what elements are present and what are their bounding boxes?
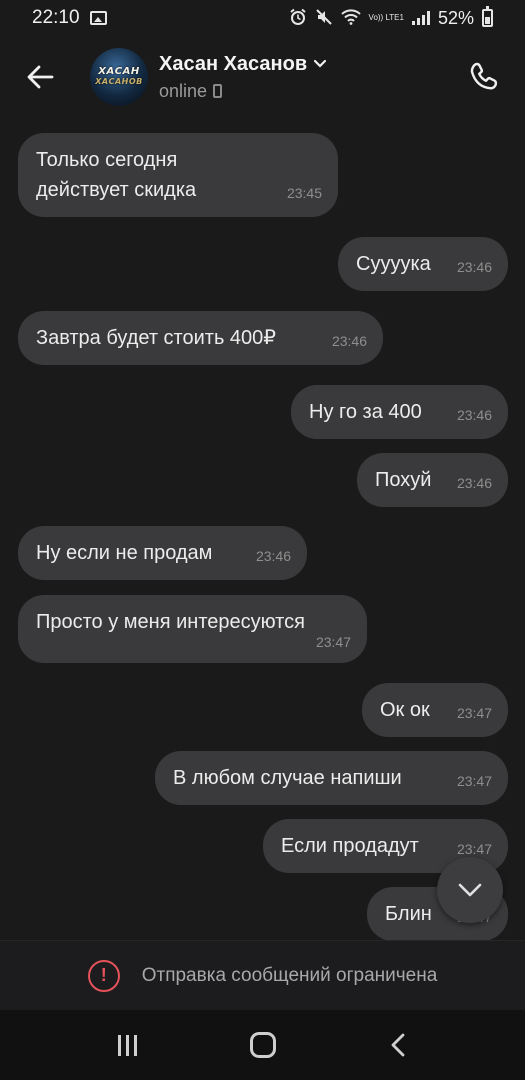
status-bar: 22:10 Vo)) LTE1 52%: [0, 0, 525, 36]
back-arrow-icon: [27, 65, 54, 89]
recents-icon: [118, 1034, 137, 1056]
message-text: Если продадут: [281, 835, 419, 857]
message-time: 23:45: [286, 185, 322, 201]
avatar[interactable]: ХАСАН ХАСАНОВ: [90, 48, 148, 106]
signal-icon: [411, 11, 430, 25]
message-text: Похуй: [375, 469, 432, 491]
message-time: 23:46: [456, 475, 492, 491]
message-text: Ок ок: [380, 699, 430, 721]
message-time: 23:47: [315, 634, 351, 650]
online-status: online: [159, 80, 208, 101]
call-button[interactable]: [465, 57, 505, 97]
warning-icon: !: [87, 959, 120, 992]
message-time: 23:47: [456, 773, 492, 789]
message-text: Просто у меня интересуются: [36, 611, 305, 633]
status-time: 22:10: [32, 7, 80, 28]
message-bubble[interactable]: В любом случае напиши 23:47: [155, 751, 508, 805]
recents-button[interactable]: [98, 1015, 158, 1075]
back-nav-button[interactable]: [368, 1015, 428, 1075]
message-time: 23:47: [456, 705, 492, 721]
message-bubble[interactable]: Просто у меня интересуются 23:47: [18, 595, 367, 663]
network-label: Vo)) LTE1: [368, 13, 404, 22]
message-bubble[interactable]: Завтра будет стоить 400₽ 23:46: [18, 311, 383, 365]
message-bubble[interactable]: Ок ок 23:47: [362, 683, 508, 737]
message-time: 23:46: [331, 333, 367, 349]
messaging-restricted-banner: ! Отправка сообщений ограничена: [0, 940, 525, 1010]
message-text: Ну если не продам: [36, 542, 213, 564]
home-button[interactable]: [233, 1015, 293, 1075]
call-icon: [470, 62, 498, 90]
mute-icon: [315, 8, 333, 29]
wifi-icon: [340, 8, 361, 28]
message-text: Завтра будет стоить 400₽: [36, 327, 277, 349]
message-text: Ну го за 400: [309, 401, 422, 423]
avatar-text-line1: ХАСАН: [98, 66, 140, 77]
message-time: 23:46: [255, 548, 291, 564]
message-bubble[interactable]: Ну если не продам 23:46: [18, 526, 307, 580]
system-nav-bar: [0, 1010, 525, 1080]
battery-icon: [482, 6, 493, 27]
contact-name: Хасан Хасанов: [159, 52, 308, 75]
message-bubble[interactable]: Только сегодня действует скидка 23:45: [18, 133, 338, 217]
restriction-text: Отправка сообщений ограничена: [141, 964, 438, 986]
message-text: Только сегодня действует скидка: [36, 149, 197, 201]
chevron-down-icon: [314, 59, 327, 68]
chevron-down-icon: [458, 883, 482, 897]
avatar-text-line2: ХАСАНОВ: [95, 77, 143, 86]
battery-percent: 52%: [437, 7, 474, 28]
message-bubble[interactable]: Суууука 23:46: [338, 237, 508, 291]
back-chevron-icon: [391, 1033, 404, 1057]
message-text: В любом случае напиши: [173, 767, 402, 789]
message-bubble[interactable]: Ну го за 400 23:46: [291, 385, 508, 439]
chat-header: ХАСАН ХАСАНОВ Хасан Хасанов online: [0, 36, 525, 118]
alarm-icon: [289, 8, 307, 29]
message-text: Блин: [385, 903, 432, 925]
message-time: 23:46: [456, 259, 492, 275]
gallery-icon: [89, 11, 107, 25]
home-icon: [249, 1032, 276, 1058]
scroll-down-button[interactable]: [437, 857, 503, 923]
back-button[interactable]: [20, 57, 60, 97]
message-bubble[interactable]: Похуй 23:46: [357, 453, 508, 507]
contact-info[interactable]: Хасан Хасанов online: [159, 53, 327, 102]
phone-icon: [213, 84, 223, 98]
message-time: 23:46: [456, 407, 492, 423]
message-text: Суууука: [356, 253, 431, 275]
